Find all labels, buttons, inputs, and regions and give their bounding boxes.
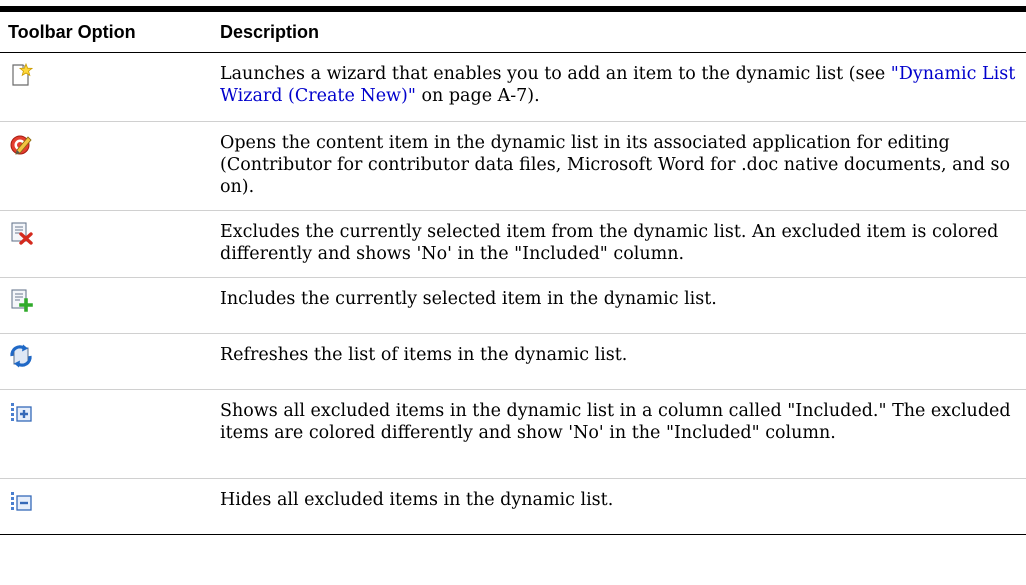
header-toolbar-option: Toolbar Option	[0, 6, 210, 53]
row-description: Launches a wizard that enables you to ad…	[210, 52, 1026, 122]
row-description: Refreshes the list of items in the dynam…	[210, 333, 1026, 390]
exclude-item-icon	[9, 221, 210, 245]
table-row: Hides all excluded items in the dynamic …	[0, 478, 1026, 535]
refresh-icon	[9, 344, 210, 368]
table-row: Refreshes the list of items in the dynam…	[0, 333, 1026, 390]
header-description: Description	[210, 6, 1026, 53]
table-row: Excludes the currently selected item fro…	[0, 210, 1026, 278]
table-header-row: Toolbar Option Description	[0, 6, 1026, 53]
row-description: Hides all excluded items in the dynamic …	[210, 478, 1026, 535]
table-row: Opens the content item in the dynamic li…	[0, 121, 1026, 211]
table-row: Shows all excluded items in the dynamic …	[0, 389, 1026, 479]
table-row: Launches a wizard that enables you to ad…	[0, 52, 1026, 122]
hide-excluded-icon	[9, 489, 210, 513]
include-item-icon	[9, 288, 210, 312]
row-description: Opens the content item in the dynamic li…	[210, 121, 1026, 211]
toolbar-options-table: Toolbar Option Description Launches a wi…	[0, 6, 1026, 535]
new-document-star-icon	[9, 63, 210, 87]
row-description: Shows all excluded items in the dynamic …	[210, 389, 1026, 479]
row-description: Includes the currently selected item in …	[210, 277, 1026, 334]
show-excluded-icon	[9, 400, 210, 424]
row-description: Excludes the currently selected item fro…	[210, 210, 1026, 278]
table-row: Includes the currently selected item in …	[0, 277, 1026, 334]
edit-pencil-icon	[9, 132, 210, 156]
